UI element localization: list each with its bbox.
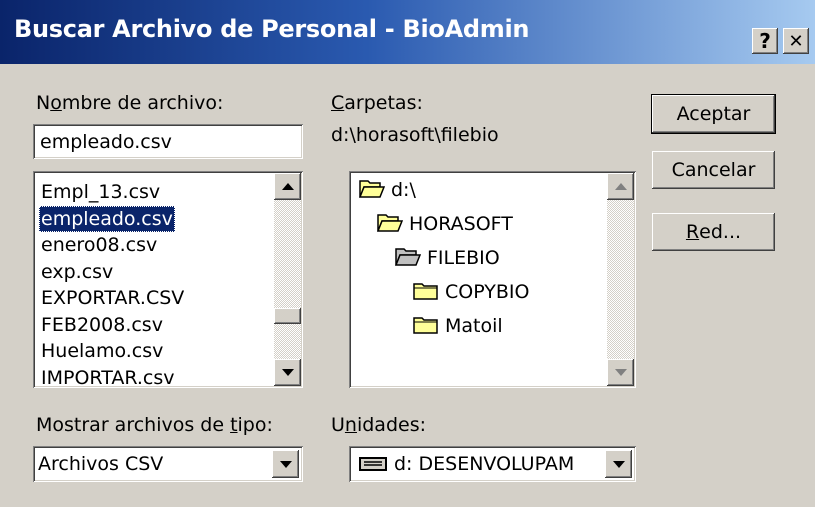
- drives-select[interactable]: d: DESENVOLUPAM: [349, 446, 636, 482]
- chevron-down-icon: [279, 460, 292, 468]
- window-title: Buscar Archivo de Personal - BioAdmin: [14, 15, 530, 43]
- help-icon: ?: [759, 29, 771, 53]
- file-type-label: Mostrar archivos de tipo:: [36, 414, 273, 436]
- folder-tree-item[interactable]: HORASOFT: [376, 210, 513, 238]
- drives-dropdown-button[interactable]: [605, 450, 632, 478]
- filename-field-frame: [33, 124, 303, 159]
- drives-value: d: DESENVOLUPAM: [394, 453, 575, 475]
- folder-open-icon: [358, 178, 386, 203]
- folder-name: HORASOFT: [409, 213, 513, 235]
- folders-label: Carpetas:: [331, 92, 423, 114]
- drives-label: Unidades:: [331, 414, 427, 436]
- folder-open-icon: [394, 246, 422, 271]
- drives-value-wrap: d: DESENVOLUPAM: [359, 446, 599, 482]
- arrow-up-icon: [614, 183, 627, 190]
- folder-scroll-up-button[interactable]: [607, 173, 634, 200]
- file-list-item[interactable]: Empl_13.csv: [39, 179, 162, 205]
- file-list-item[interactable]: FEB2008.csv: [39, 312, 165, 338]
- folder-name: d:\: [391, 179, 416, 201]
- arrow-up-icon: [281, 183, 294, 190]
- file-list-scrollbar[interactable]: [274, 173, 301, 386]
- title-bar[interactable]: Buscar Archivo de Personal - BioAdmin ? …: [0, 0, 815, 64]
- accept-button[interactable]: Aceptar: [652, 95, 775, 133]
- file-type-select[interactable]: Archivos CSV: [33, 446, 303, 482]
- folder-name: COPYBIO: [445, 281, 530, 303]
- folder-name: FILEBIO: [427, 247, 500, 269]
- folder-name: Matoil: [445, 315, 503, 337]
- drive-icon: [359, 457, 387, 471]
- scroll-thumb[interactable]: [274, 308, 301, 324]
- file-list-item[interactable]: EXPORTAR.CSV: [39, 285, 186, 311]
- file-type-dropdown-button[interactable]: [272, 450, 299, 478]
- folder-closed-icon: [413, 314, 439, 339]
- filename-input[interactable]: [35, 126, 301, 157]
- file-type-value: Archivos CSV: [38, 453, 164, 475]
- folder-tree-item[interactable]: FILEBIO: [394, 244, 500, 272]
- scroll-up-button[interactable]: [274, 173, 301, 200]
- file-list-item[interactable]: exp.csv: [39, 259, 115, 285]
- file-list-item[interactable]: enero08.csv: [39, 232, 159, 258]
- folder-tree-item[interactable]: Matoil: [413, 312, 503, 340]
- arrow-down-icon: [614, 369, 627, 376]
- file-list-item[interactable]: Huelamo.csv: [39, 338, 165, 364]
- file-list-item[interactable]: IMPORTAR.csv: [39, 365, 177, 389]
- cancel-button[interactable]: Cancelar: [652, 151, 775, 189]
- folder-closed-icon: [413, 280, 439, 305]
- folder-open-icon: [376, 212, 404, 237]
- chevron-down-icon: [612, 460, 625, 468]
- filename-label: Nombre de archivo:: [36, 92, 224, 114]
- current-path: d:\horasoft\filebio: [331, 124, 499, 146]
- folder-tree[interactable]: d:\ HORASOFT FILEBIO COPYBIO Matoil: [349, 171, 636, 388]
- folder-tree-item[interactable]: COPYBIO: [413, 278, 529, 306]
- scroll-down-button[interactable]: [274, 359, 301, 386]
- folder-tree-scrollbar[interactable]: [607, 173, 634, 386]
- arrow-down-icon: [281, 369, 294, 376]
- folder-tree-item[interactable]: d:\: [358, 176, 416, 204]
- dialog-window: Buscar Archivo de Personal - BioAdmin ? …: [0, 0, 815, 507]
- file-list[interactable]: Empl_13.csv empleado.csv enero08.csv exp.cs…: [33, 171, 303, 388]
- file-list-item[interactable]: empleado.csv: [39, 205, 175, 232]
- close-button[interactable]: ✕: [783, 28, 809, 54]
- close-icon: ✕: [788, 30, 804, 52]
- folder-scroll-down-button[interactable]: [607, 359, 634, 386]
- help-button[interactable]: ?: [752, 28, 778, 54]
- network-button[interactable]: Red...: [652, 213, 775, 251]
